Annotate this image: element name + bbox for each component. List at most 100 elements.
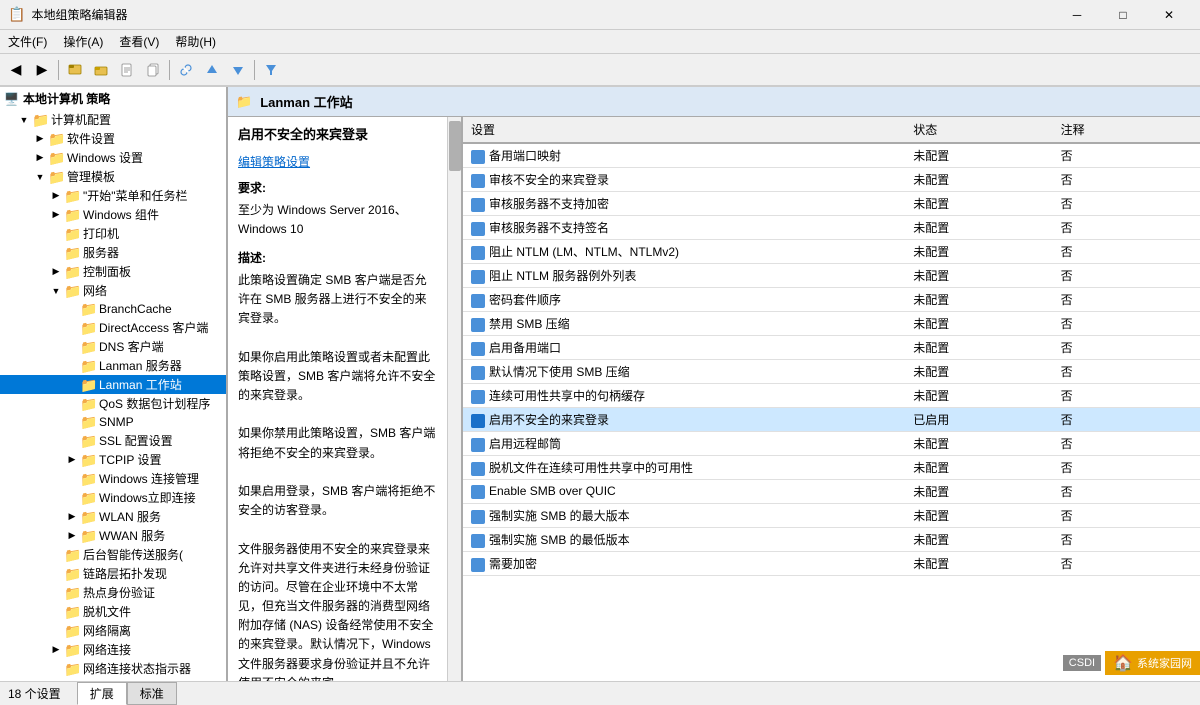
- table-row[interactable]: 审核不安全的来宾登录未配置否: [463, 168, 1200, 192]
- toolbar-back[interactable]: ◀: [4, 58, 28, 82]
- toolbar-forward[interactable]: ▶: [30, 58, 54, 82]
- tree-admin-templates[interactable]: ▼ 📁 管理模板: [0, 167, 226, 186]
- tree-root[interactable]: 🖥️ 本地计算机 策略: [0, 87, 226, 110]
- table-row[interactable]: 启用备用端口未配置否: [463, 336, 1200, 360]
- tree-startmenu[interactable]: ▶ 📁 "开始"菜单和任务栏: [0, 186, 226, 205]
- expand-admin[interactable]: ▼: [32, 169, 48, 185]
- expand-software[interactable]: ▶: [32, 131, 48, 147]
- table-row[interactable]: 脱机文件在连续可用性共享中的可用性未配置否: [463, 456, 1200, 480]
- col-status[interactable]: 状态: [905, 117, 1052, 143]
- table-row[interactable]: 审核服务器不支持签名未配置否: [463, 216, 1200, 240]
- expand-tcpip[interactable]: ▶: [64, 452, 80, 468]
- setting-icon: [471, 510, 485, 524]
- tree-dns[interactable]: ▶ 📁 DNS 客户端: [0, 337, 226, 356]
- table-row[interactable]: 连续可用性共享中的句柄缓存未配置否: [463, 384, 1200, 408]
- col-setting[interactable]: 设置: [463, 117, 905, 143]
- tree-ssl[interactable]: ▶ 📁 SSL 配置设置: [0, 431, 226, 450]
- menu-action[interactable]: 操作(A): [55, 31, 111, 52]
- setting-name: 需要加密: [463, 552, 905, 576]
- col-comment[interactable]: 注释: [1053, 117, 1200, 143]
- expand-computer[interactable]: ▼: [16, 112, 32, 128]
- expand-startmenu[interactable]: ▶: [48, 188, 64, 204]
- table-row[interactable]: 启用远程邮筒未配置否: [463, 432, 1200, 456]
- toolbar-folder[interactable]: [89, 58, 113, 82]
- table-row[interactable]: 阻止 NTLM 服务器例外列表未配置否: [463, 264, 1200, 288]
- table-row[interactable]: 默认情况下使用 SMB 压缩未配置否: [463, 360, 1200, 384]
- setting-comment: 否: [1053, 360, 1200, 384]
- tree-lanmanserver[interactable]: ▶ 📁 Lanman 服务器: [0, 356, 226, 375]
- table-row[interactable]: 审核服务器不支持加密未配置否: [463, 192, 1200, 216]
- tree-lanmanworkstation[interactable]: ▶ 📁 Lanman 工作站: [0, 375, 226, 394]
- folder-icon-start: 📁: [64, 188, 80, 204]
- expand-control[interactable]: ▶: [48, 264, 64, 280]
- tree-linktopo[interactable]: ▶ 📁 链路层拓扑发现: [0, 564, 226, 583]
- table-row[interactable]: 阻止 NTLM (LM、NTLM、NTLMv2)未配置否: [463, 240, 1200, 264]
- toolbar-down[interactable]: [226, 58, 250, 82]
- table-row[interactable]: 需要加密未配置否: [463, 552, 1200, 576]
- setting-icon: [471, 222, 485, 236]
- expand-netconn[interactable]: ▶: [48, 642, 64, 658]
- setting-status: 未配置: [905, 216, 1052, 240]
- snmp-label: SNMP: [99, 415, 134, 429]
- tree-bgdeliver[interactable]: ▶ 📁 后台智能传送服务(: [0, 545, 226, 564]
- toolbar-filter[interactable]: [259, 58, 283, 82]
- table-row[interactable]: 密码套件顺序未配置否: [463, 288, 1200, 312]
- setting-icon: [471, 462, 485, 476]
- setting-name: 备用端口映射: [463, 143, 905, 168]
- toolbar-up[interactable]: [63, 58, 87, 82]
- tree-control[interactable]: ▶ 📁 控制面板: [0, 262, 226, 281]
- tree-netconn[interactable]: ▶ 📁 网络连接: [0, 640, 226, 659]
- tree-winconn[interactable]: ▶ 📁 Windows 连接管理: [0, 469, 226, 488]
- tree-netstat[interactable]: ▶ 📁 网络连接状态指示器: [0, 659, 226, 678]
- tree-hotspot[interactable]: ▶ 📁 热点身份验证: [0, 583, 226, 602]
- table-row[interactable]: 强制实施 SMB 的最低版本未配置否: [463, 528, 1200, 552]
- table-row[interactable]: Enable SMB over QUIC未配置否: [463, 480, 1200, 504]
- tree-snmp[interactable]: ▶ 📁 SNMP: [0, 413, 226, 431]
- tree-wlan[interactable]: ▶ 📁 WLAN 服务: [0, 507, 226, 526]
- tree-windows-settings[interactable]: ▶ 📁 Windows 设置: [0, 148, 226, 167]
- tree-server[interactable]: ▶ 📁 服务器: [0, 243, 226, 262]
- desc-scrollbar[interactable]: [447, 117, 461, 681]
- expand-network[interactable]: ▼: [48, 283, 64, 299]
- menu-view[interactable]: 查看(V): [111, 31, 167, 52]
- folder-icon-ssl: 📁: [80, 433, 96, 449]
- table-row[interactable]: 启用不安全的来宾登录已启用否: [463, 408, 1200, 432]
- expand-wwan[interactable]: ▶: [64, 528, 80, 544]
- table-row[interactable]: 禁用 SMB 压缩未配置否: [463, 312, 1200, 336]
- minimize-button[interactable]: ─: [1054, 0, 1100, 30]
- folder-icon-server: 📁: [64, 245, 80, 261]
- tree-wininstant[interactable]: ▶ 📁 Windows立即连接: [0, 488, 226, 507]
- tab-expand[interactable]: 扩展: [77, 682, 127, 705]
- admin-label: 管理模板: [67, 168, 115, 185]
- tab-standard[interactable]: 标准: [127, 682, 177, 705]
- tree-directaccess[interactable]: ▶ 📁 DirectAccess 客户端: [0, 318, 226, 337]
- menu-help[interactable]: 帮助(H): [167, 31, 224, 52]
- close-button[interactable]: ✕: [1146, 0, 1192, 30]
- maximize-button[interactable]: □: [1100, 0, 1146, 30]
- toolbar-link[interactable]: [174, 58, 198, 82]
- expand-windows[interactable]: ▶: [32, 150, 48, 166]
- tree-wwan[interactable]: ▶ 📁 WWAN 服务: [0, 526, 226, 545]
- menu-file[interactable]: 文件(F): [0, 31, 55, 52]
- tree-qos[interactable]: ▶ 📁 QoS 数据包计划程序: [0, 394, 226, 413]
- tree-branchcache[interactable]: ▶ 📁 BranchCache: [0, 300, 226, 318]
- tree-printer[interactable]: ▶ 📁 打印机: [0, 224, 226, 243]
- tree-tcpip[interactable]: ▶ 📁 TCPIP 设置: [0, 450, 226, 469]
- edit-policy-link[interactable]: 编辑策略设置: [238, 155, 310, 169]
- toolbar-copy[interactable]: [141, 58, 165, 82]
- setting-status: 未配置: [905, 288, 1052, 312]
- expand-wlan[interactable]: ▶: [64, 509, 80, 525]
- table-row[interactable]: 备用端口映射未配置否: [463, 143, 1200, 168]
- right-content: 启用不安全的来宾登录 编辑策略设置 要求: 至少为 Windows Server…: [228, 117, 1200, 681]
- setting-icon: [471, 485, 485, 499]
- tree-network[interactable]: ▼ 📁 网络: [0, 281, 226, 300]
- table-row[interactable]: 强制实施 SMB 的最大版本未配置否: [463, 504, 1200, 528]
- tree-software[interactable]: ▶ 📁 软件设置: [0, 129, 226, 148]
- tree-isolation[interactable]: ▶ 📁 网络隔离: [0, 621, 226, 640]
- expand-wincomp[interactable]: ▶: [48, 207, 64, 223]
- tree-offline[interactable]: ▶ 📁 脱机文件: [0, 602, 226, 621]
- tree-wincomp[interactable]: ▶ 📁 Windows 组件: [0, 205, 226, 224]
- toolbar-new[interactable]: [115, 58, 139, 82]
- toolbar-up2[interactable]: [200, 58, 224, 82]
- tree-computer-config[interactable]: ▼ 📁 计算机配置: [0, 110, 226, 129]
